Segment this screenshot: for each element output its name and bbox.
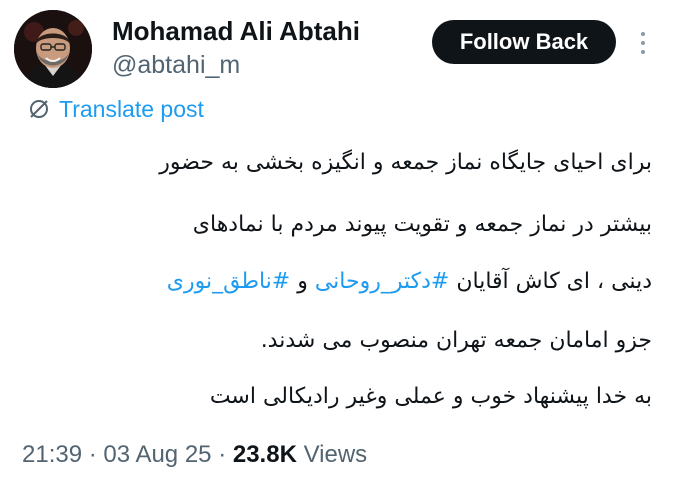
translate-post-label: Translate post — [59, 95, 204, 122]
author-handle[interactable]: @abtahi_m — [112, 50, 240, 80]
globe-slash-icon — [30, 100, 48, 118]
hashtag-link[interactable]: #ناطق_نوری — [167, 269, 290, 294]
post-text-segment: دینی ، ای کاش آقایان — [456, 269, 652, 294]
avatar-image — [14, 10, 92, 88]
post-time[interactable]: 21:39 — [22, 441, 82, 468]
post-text-line: به خدا پیشنهاد خوب و عملی وغیر رادیکالی … — [209, 384, 652, 409]
post-text-line: برای احیای جایگاه نماز جمعه و انگیزه بخش… — [159, 150, 652, 175]
post-text-segment: و — [297, 269, 308, 294]
post-date[interactable]: 03 Aug 25 — [103, 441, 211, 468]
views-count: 23.8K — [232, 441, 297, 468]
separator: · — [88, 441, 97, 468]
post-meta: 21:39 · 03 Aug 25 · 23.8K Views — [22, 440, 367, 470]
avatar[interactable] — [14, 10, 92, 88]
hashtag-link[interactable]: #دکتر_روحانی — [315, 269, 450, 294]
views-label: Views — [303, 441, 368, 468]
author-name[interactable]: Mohamad Ali Abtahi — [112, 16, 360, 46]
post-text-line: بیشتر در نماز جمعه و تقویت پیوند مردم با… — [192, 212, 652, 237]
post-text-line: دینی ، ای کاش آقایان #دکتر_روحانی و #ناط… — [22, 267, 652, 297]
tweet-card: Mohamad Ali Abtahi @abtahi_m Follow Back… — [0, 0, 676, 481]
separator: · — [218, 441, 227, 468]
follow-back-button[interactable]: Follow Back — [432, 20, 616, 64]
translate-post-link[interactable]: Translate post — [27, 94, 204, 124]
post-text-line: جزو امامان جمعه تهران منصوب می شدند. — [260, 328, 652, 353]
more-vertical-icon[interactable] — [636, 28, 650, 58]
